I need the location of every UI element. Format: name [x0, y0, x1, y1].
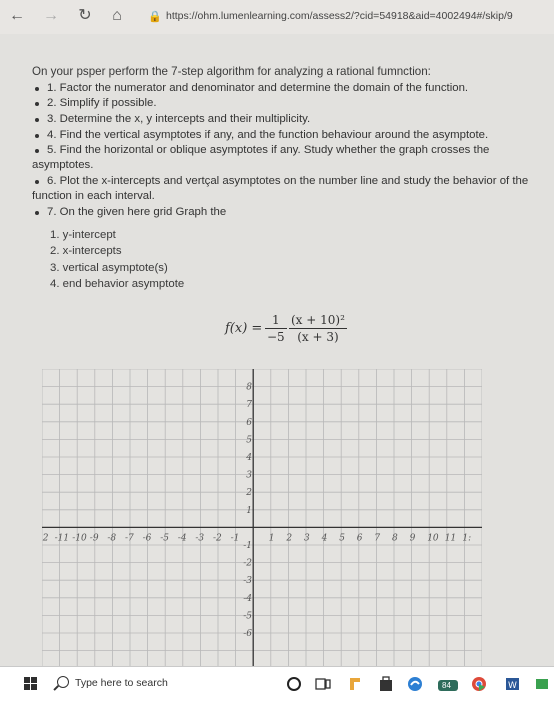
y-tick-label: -6	[243, 629, 252, 639]
x-tick-label: -4	[178, 533, 187, 543]
task-view-icon[interactable]	[314, 675, 332, 693]
bullet-icon	[35, 134, 39, 138]
badge-count: 84	[442, 681, 451, 690]
forward-arrow-icon[interactable]: →	[40, 6, 62, 26]
search-icon	[57, 676, 69, 688]
browser-toolbar: ← → ↻ ⌂ 🔒 https://ohm.lumenlearning.com/…	[0, 0, 554, 35]
edge-icon[interactable]	[406, 675, 424, 693]
x-tick-label: -8	[107, 533, 116, 543]
y-tick-label: -2	[243, 559, 252, 569]
store-icon[interactable]	[377, 675, 395, 693]
list-item: 3. vertical asymptote(s)	[50, 261, 168, 274]
bullet-icon	[35, 118, 39, 122]
y-tick-label: -3	[243, 576, 252, 586]
svg-text:W: W	[508, 681, 517, 691]
y-tick-label: 4	[245, 453, 252, 463]
graph-grid[interactable]: 12-11-10-9-8-7-6-5-4-3-2-112345678910111…	[37, 368, 483, 673]
y-tick-label: -4	[243, 594, 252, 604]
search-input[interactable]: Type here to search	[75, 677, 168, 689]
x-tick-label: 3	[304, 533, 310, 543]
y-tick-label: 1	[246, 506, 252, 516]
x-tick-label: 6	[357, 533, 363, 543]
page-content: On your psper perform the 7-step algorit…	[0, 34, 554, 669]
x-tick-label: 7	[374, 533, 380, 543]
x-tick-label: -5	[160, 533, 169, 543]
y-tick-label: 8	[246, 383, 252, 393]
bullet-icon	[35, 102, 39, 106]
x-tick-label: -7	[125, 533, 134, 543]
x-tick-label: 4	[321, 533, 328, 543]
x-tick-label: -2	[213, 533, 222, 543]
grid-canvas[interactable]: 12-11-10-9-8-7-6-5-4-3-2-112345678910111…	[37, 368, 483, 669]
x-tick-label: 12	[42, 533, 49, 543]
bullet-icon	[35, 211, 39, 215]
x-tick-label: 1	[269, 533, 275, 543]
list-item: 1. y-intercept	[50, 229, 116, 241]
y-tick-label: 3	[246, 471, 252, 481]
x-tick-label: 1:	[462, 533, 471, 543]
x-tick-label: -10	[72, 533, 87, 543]
back-arrow-icon[interactable]: ←	[6, 6, 28, 26]
y-tick-label: 2	[245, 488, 252, 498]
word-icon[interactable]: W	[503, 675, 521, 693]
address-bar[interactable]: https://ohm.lumenlearning.com/assess2/?c…	[166, 10, 513, 22]
reload-icon[interactable]: ↻	[74, 6, 96, 26]
x-tick-label: 10	[427, 533, 439, 543]
x-tick-label: 5	[339, 533, 345, 543]
lock-icon: 🔒	[148, 11, 162, 23]
graph-items-list: 1. y-intercept 2. x-intercepts 3. vertic…	[50, 227, 184, 292]
fraction-rational: (x + 10)² (x + 3)	[289, 313, 347, 344]
cortana-icon[interactable]	[285, 675, 303, 693]
y-tick-label: 6	[246, 418, 252, 428]
x-tick-label: -9	[90, 533, 99, 543]
bullet-icon	[35, 87, 39, 91]
instructions-intro: On your psper perform the 7-step algorit…	[32, 65, 431, 78]
taskbar-search[interactable]: Type here to search	[47, 672, 252, 696]
y-tick-label: -1	[243, 541, 252, 551]
app-icon[interactable]	[533, 675, 551, 693]
x-tick-label: 9	[410, 533, 416, 543]
x-tick-label: 11	[445, 533, 456, 543]
taskbar: Type here to search 84 W	[0, 666, 554, 701]
chrome-icon[interactable]	[470, 675, 488, 693]
y-tick-label: -5	[243, 611, 252, 621]
formula-lhs: f(x) =	[225, 321, 263, 336]
fraction-coefficient: 1 −5	[265, 313, 287, 344]
x-tick-label: -11	[55, 533, 70, 543]
x-tick-label: -3	[195, 533, 204, 543]
grid-background	[42, 369, 482, 669]
app-icon[interactable]	[346, 675, 364, 693]
y-tick-label: 7	[246, 400, 252, 410]
home-icon[interactable]: ⌂	[106, 6, 128, 26]
bullet-icon	[35, 149, 39, 153]
y-tick-label: 5	[246, 435, 252, 445]
bullet-icon	[35, 180, 39, 184]
x-tick-label: -1	[231, 533, 240, 543]
notification-badge-icon[interactable]: 84	[436, 675, 462, 693]
x-tick-label: -6	[143, 533, 152, 543]
x-tick-label: 2	[285, 533, 292, 543]
windows-start-icon[interactable]	[24, 677, 38, 691]
x-tick-label: 8	[392, 533, 398, 543]
list-item: 2. x-intercepts	[50, 245, 122, 258]
list-item: 4. end behavior asymptote	[50, 277, 185, 290]
